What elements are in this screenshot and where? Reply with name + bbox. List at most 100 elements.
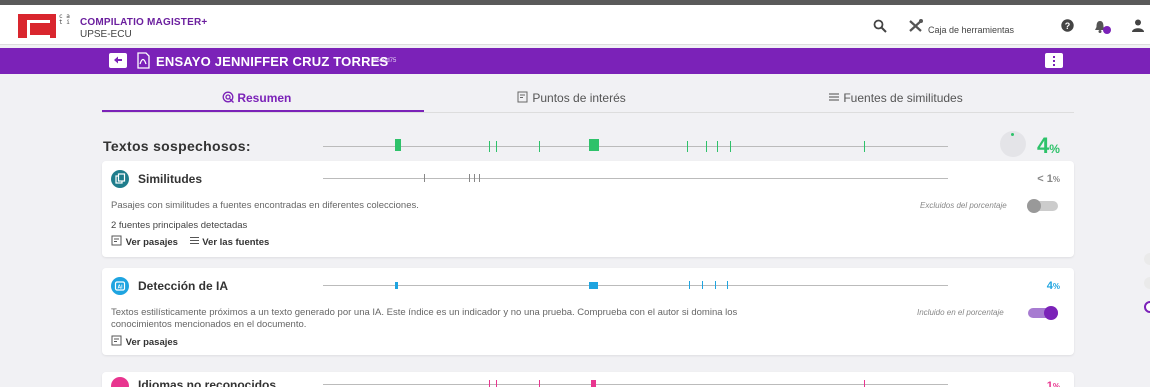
ai-detection-track bbox=[323, 285, 948, 286]
languages-percent: 1% bbox=[1047, 380, 1060, 387]
language-marker[interactable] bbox=[489, 380, 490, 387]
copy-icon bbox=[115, 173, 126, 184]
ai-detection-toggle-label: Incluido en el porcentaje bbox=[917, 308, 1004, 317]
ai-marker[interactable] bbox=[395, 282, 398, 289]
similarities-percent: < 1% bbox=[1037, 173, 1060, 185]
ai-detection-title: Detección de IA bbox=[138, 279, 229, 293]
view-passages-link[interactable]: Ver pasajes bbox=[111, 235, 181, 248]
ai-detection-card: AI Detección de IA 4% Textos estilística… bbox=[102, 268, 1074, 355]
ai-detection-toggle-knob bbox=[1044, 306, 1058, 320]
side-control-active[interactable] bbox=[1144, 301, 1150, 313]
similarities-description: Pasajes con similitudes a fuentes encont… bbox=[111, 200, 419, 211]
languages-card: Idiomas no reconocidos 1% bbox=[102, 372, 1074, 387]
similarity-marker[interactable] bbox=[469, 174, 470, 182]
suspicious-marker[interactable] bbox=[496, 141, 497, 152]
pdf-file-icon bbox=[137, 52, 150, 69]
suspicious-marker[interactable] bbox=[706, 141, 707, 152]
suspicious-percent-sign: % bbox=[1049, 142, 1060, 156]
document-search-icon bbox=[111, 235, 122, 246]
language-marker[interactable] bbox=[591, 380, 596, 387]
active-tab-indicator bbox=[102, 110, 424, 112]
compilatio-logo[interactable]: c a t i bbox=[18, 14, 74, 38]
languages-percent-sign: % bbox=[1052, 382, 1060, 387]
similarities-toggle-label: Excluidos del porcentaje bbox=[920, 201, 1007, 210]
org-name: UPSE-ECU bbox=[80, 29, 132, 40]
tab-resumen[interactable]: Resumen bbox=[222, 91, 291, 105]
ai-detection-toggle[interactable] bbox=[1028, 306, 1058, 320]
suspicious-marker[interactable] bbox=[489, 141, 490, 152]
language-icon bbox=[111, 377, 129, 387]
document-bar: ENSAYO JENNIFFER CRUZ TORRES #5eed75 bbox=[0, 48, 1150, 74]
document-search-icon bbox=[517, 91, 528, 103]
notifications-bell-icon[interactable] bbox=[1094, 19, 1112, 35]
ai-detection-description-line1: Textos estilísticamente próximos a un te… bbox=[111, 307, 738, 318]
document-search-icon bbox=[111, 335, 122, 346]
ai-detection-percent-sign: % bbox=[1052, 282, 1060, 291]
similarities-percent-sign: % bbox=[1052, 175, 1060, 184]
logo-side-text: c a t i bbox=[59, 13, 70, 26]
similarities-track bbox=[323, 178, 948, 179]
user-icon[interactable] bbox=[1132, 19, 1144, 32]
document-menu-button[interactable] bbox=[1045, 53, 1063, 68]
search-icon[interactable] bbox=[873, 19, 887, 33]
similarities-percent-value: < 1 bbox=[1037, 173, 1053, 185]
similarity-marker[interactable] bbox=[424, 174, 425, 182]
similarities-card: Similitudes < 1% Pasajes con similitudes… bbox=[102, 161, 1074, 257]
view-sources-link[interactable]: Ver las fuentes bbox=[189, 237, 270, 248]
tools-icon[interactable] bbox=[908, 19, 924, 33]
suspicious-marker[interactable] bbox=[717, 141, 718, 152]
help-icon[interactable]: ? bbox=[1061, 19, 1074, 32]
language-marker[interactable] bbox=[864, 380, 865, 387]
document-title: ENSAYO JENNIFFER CRUZ TORRES bbox=[156, 54, 389, 69]
suspicious-track bbox=[323, 146, 948, 147]
suspicious-marker[interactable] bbox=[589, 139, 599, 151]
similarities-toggle[interactable] bbox=[1027, 199, 1058, 213]
suspicious-marker[interactable] bbox=[864, 141, 865, 152]
tab-fuentes-de-similitudes[interactable]: Fuentes de similitudes bbox=[828, 91, 963, 105]
toolbox-button[interactable]: Caja de herramientas bbox=[928, 25, 1014, 35]
ai-marker[interactable] bbox=[689, 281, 690, 289]
languages-title: Idiomas no reconocidos bbox=[138, 378, 277, 387]
ai-detection-description: Textos estilísticamente próximos a un te… bbox=[111, 307, 737, 331]
ai-marker[interactable] bbox=[589, 282, 598, 289]
tab-puntos-label: Puntos de interés bbox=[532, 91, 626, 105]
tabs-divider bbox=[102, 112, 1074, 113]
similarities-sources-text: 2 fuentes principales detectadas bbox=[111, 220, 248, 231]
ai-view-passages-link[interactable]: Ver pasajes bbox=[111, 335, 178, 348]
target-icon bbox=[222, 91, 234, 103]
svg-text:?: ? bbox=[1065, 21, 1071, 31]
arrow-left-icon bbox=[114, 56, 122, 64]
list-icon bbox=[189, 237, 199, 244]
ai-marker[interactable] bbox=[727, 281, 728, 289]
language-marker[interactable] bbox=[496, 380, 497, 387]
suspicious-marker[interactable] bbox=[730, 141, 731, 152]
languages-track bbox=[323, 384, 948, 385]
suspicious-marker[interactable] bbox=[539, 141, 540, 152]
ai-detection-links: Ver pasajes bbox=[111, 335, 186, 348]
list-icon bbox=[829, 93, 839, 101]
svg-text:AI: AI bbox=[118, 284, 124, 290]
tab-puntos-de-interes[interactable]: Puntos de interés bbox=[517, 91, 626, 105]
brand-name: COMPILATIO MAGISTER+ bbox=[80, 17, 208, 28]
similarity-marker[interactable] bbox=[474, 174, 475, 182]
language-marker[interactable] bbox=[539, 380, 540, 387]
logo-mark bbox=[18, 14, 56, 38]
view-passages-label: Ver pasajes bbox=[125, 237, 178, 248]
similarities-toggle-knob bbox=[1027, 199, 1041, 213]
document-tag: #5eed75 bbox=[373, 58, 397, 64]
ai-detection-description-line2: conocimientos mencionados en el document… bbox=[111, 319, 307, 330]
side-control[interactable] bbox=[1144, 253, 1150, 265]
tab-fuentes-label: Fuentes de similitudes bbox=[843, 91, 963, 105]
ai-chip-icon: AI bbox=[114, 281, 126, 291]
suspicious-marker[interactable] bbox=[687, 141, 688, 152]
suspicious-marker[interactable] bbox=[395, 139, 401, 151]
back-button[interactable] bbox=[109, 53, 127, 68]
top-bar: c a t i COMPILATIO MAGISTER+ UPSE-ECU Ca… bbox=[0, 5, 1150, 45]
ai-marker[interactable] bbox=[715, 281, 716, 289]
similarity-marker[interactable] bbox=[479, 174, 480, 182]
similarities-icon bbox=[111, 170, 129, 188]
ai-marker[interactable] bbox=[702, 281, 703, 289]
side-control[interactable] bbox=[1144, 277, 1150, 289]
similarities-links: Ver pasajes Ver las fuentes bbox=[111, 235, 277, 248]
view-sources-label: Ver las fuentes bbox=[202, 237, 270, 248]
